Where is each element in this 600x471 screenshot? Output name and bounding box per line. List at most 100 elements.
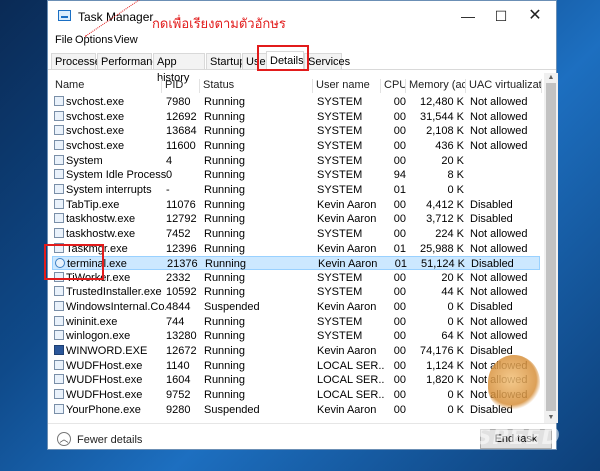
table-row[interactable]: terminal.exe 21376 Running Kevin Aaron 01 51,…: [52, 256, 540, 271]
menu-options[interactable]: Options: [75, 34, 113, 46]
cell-name: TabTip.exe: [66, 198, 120, 211]
table-row[interactable]: TrustedInstaller.exe 10592 Running SYSTEM 00…: [52, 285, 540, 299]
column-status[interactable]: Status: [200, 79, 313, 93]
tab-performance[interactable]: Performance: [97, 53, 164, 69]
cell-cpu: 00: [393, 301, 406, 314]
table-row[interactable]: System 4 Running SYSTEM 00 20 K: [52, 154, 540, 168]
cell-uac: Not allowed: [470, 286, 528, 299]
cell-memory: 4,412 K: [426, 198, 464, 211]
table-row[interactable]: WindowsInternal.Co... 4844 Suspended Kevin …: [52, 300, 540, 314]
table-row[interactable]: YourPhone.exe 9280 Suspended Kevin Aaron 00 0…: [52, 403, 540, 417]
column-user-name[interactable]: User name: [313, 79, 381, 93]
table-row[interactable]: TabTip.exe 11076 Running Kevin Aaron 00 4,412…: [52, 198, 540, 212]
word-app-icon: [54, 345, 64, 356]
maximize-button[interactable]: ☐: [485, 5, 517, 27]
cell-name: WUDFHost.exe: [66, 374, 143, 387]
close-button[interactable]: ✕: [519, 5, 551, 27]
table-row[interactable]: WUDFHost.exe 1140 Running LOCAL SER... 00 1,1…: [52, 359, 540, 373]
cell-cpu: 00: [393, 359, 406, 372]
chevron-up-icon[interactable]: ︿: [57, 432, 71, 446]
cell-cpu: 00: [393, 330, 406, 343]
cell-cpu: 00: [393, 271, 406, 284]
fewer-details-link[interactable]: Fewer details: [77, 434, 142, 446]
window-title: Task Manager: [78, 10, 154, 24]
table-row[interactable]: svchost.exe 7980 Running SYSTEM 00 12,480 K No…: [52, 95, 540, 109]
table-row[interactable]: taskhostw.exe 12792 Running Kevin Aaron 00 3,…: [52, 212, 540, 226]
cell-name: WUDFHost.exe: [66, 359, 143, 372]
table-row[interactable]: System Idle Process 0 Running SYSTEM 94 8 K: [52, 168, 540, 182]
cell-user: SYSTEM: [317, 286, 363, 299]
cell-user: SYSTEM: [317, 330, 363, 343]
cell-status: Suspended: [204, 403, 260, 416]
column-pid[interactable]: PID: [162, 79, 200, 93]
cell-user: Kevin Aaron: [317, 242, 377, 255]
cell-uac: Disabled: [470, 198, 513, 211]
cell-pid: 9280: [166, 403, 191, 416]
terminal-row-highlight: [44, 244, 104, 280]
process-icon: [54, 110, 64, 121]
process-icon: [54, 403, 64, 414]
cell-cpu: 00: [393, 403, 406, 416]
cell-status: Suspended: [204, 301, 260, 314]
tab-startup[interactable]: Startup: [206, 53, 245, 69]
tab-app-history[interactable]: App history: [153, 53, 205, 84]
tab-processes[interactable]: Processes: [51, 53, 106, 69]
cell-pid: 744: [166, 315, 185, 328]
cell-name: System: [66, 154, 103, 167]
table-row[interactable]: WUDFHost.exe 1604 Running LOCAL SER... 00 1,8…: [52, 373, 540, 387]
column-name[interactable]: Name: [52, 79, 162, 93]
cell-memory: 8 K: [447, 169, 464, 182]
process-icon: [54, 315, 64, 326]
table-row[interactable]: svchost.exe 11600 Running SYSTEM 00 436 K Not …: [52, 139, 540, 153]
watermark: VPSHISPEED: [395, 425, 561, 450]
process-icon: [54, 183, 64, 194]
cell-pid: 7452: [166, 227, 191, 240]
column-cpu[interactable]: CPU: [381, 79, 406, 93]
scrollbar-thumb[interactable]: [546, 83, 556, 411]
menu-view[interactable]: View: [114, 34, 138, 46]
table-row[interactable]: wininit.exe 744 Running SYSTEM 00 0 K Not allo…: [52, 315, 540, 329]
cell-user: Kevin Aaron: [318, 258, 378, 271]
table-row[interactable]: WUDFHost.exe 9752 Running LOCAL SER... 00 0 K…: [52, 388, 540, 402]
cell-memory: 12,480 K: [419, 96, 464, 108]
table-row[interactable]: Taskmgr.exe 12396 Running Kevin Aaron 01 25,9…: [52, 242, 540, 256]
tab-services[interactable]: Services: [304, 53, 350, 69]
cell-user: SYSTEM: [317, 227, 363, 240]
table-row[interactable]: System interrupts - Running SYSTEM 01 0 K: [52, 183, 540, 197]
process-icon: [54, 286, 64, 297]
cell-memory: 0 K: [447, 403, 464, 416]
table-row[interactable]: winlogon.exe 13280 Running SYSTEM 00 64 K Not …: [52, 329, 540, 343]
table-row[interactable]: WINWORD.EXE 12672 Running Kevin Aaron 00 74,1…: [52, 344, 540, 358]
menu-file[interactable]: File: [55, 34, 73, 46]
column-uac[interactable]: UAC virtualizati...: [466, 79, 542, 93]
cell-memory: 44 K: [441, 286, 464, 299]
scroll-down-arrow-icon[interactable]: ▼: [544, 413, 558, 423]
cell-status: Running: [204, 183, 245, 196]
cell-uac: Not allowed: [470, 315, 528, 328]
table-row[interactable]: svchost.exe 13684 Running SYSTEM 00 2,108 K No…: [52, 124, 540, 138]
annotation-label: กดเพื่อเรียงตามตัวอักษร: [152, 17, 286, 32]
table-row[interactable]: TiWorker.exe 2332 Running SYSTEM 00 20 K Not a…: [52, 271, 540, 285]
column-memory[interactable]: Memory (ac...: [406, 79, 466, 93]
cell-name: WINWORD.EXE: [66, 345, 148, 358]
cell-cpu: 00: [393, 110, 406, 123]
cell-status: Running: [204, 227, 245, 240]
cell-cpu: 01: [394, 258, 407, 271]
cell-cpu: 00: [393, 374, 406, 387]
minimize-button[interactable]: —: [452, 5, 484, 27]
cell-cpu: 00: [393, 345, 406, 358]
process-icon: [54, 227, 64, 238]
cell-pid: 12396: [166, 242, 197, 255]
cell-memory: 74,176 K: [419, 345, 464, 358]
cell-user: Kevin Aaron: [317, 403, 377, 416]
cell-uac: Disabled: [471, 258, 514, 271]
scroll-up-arrow-icon[interactable]: ▲: [544, 73, 558, 83]
cell-cpu: 00: [393, 286, 406, 299]
cell-cpu: 00: [393, 154, 406, 167]
cell-user: Kevin Aaron: [317, 213, 377, 226]
vertical-scrollbar[interactable]: ▲ ▼: [544, 73, 558, 423]
table-row[interactable]: svchost.exe 12692 Running SYSTEM 00 31,544 K N…: [52, 110, 540, 124]
table-row[interactable]: taskhostw.exe 7452 Running SYSTEM 00 224 K Not…: [52, 227, 540, 241]
cell-uac: Not allowed: [470, 96, 528, 108]
cell-user: LOCAL SER...: [317, 374, 385, 387]
